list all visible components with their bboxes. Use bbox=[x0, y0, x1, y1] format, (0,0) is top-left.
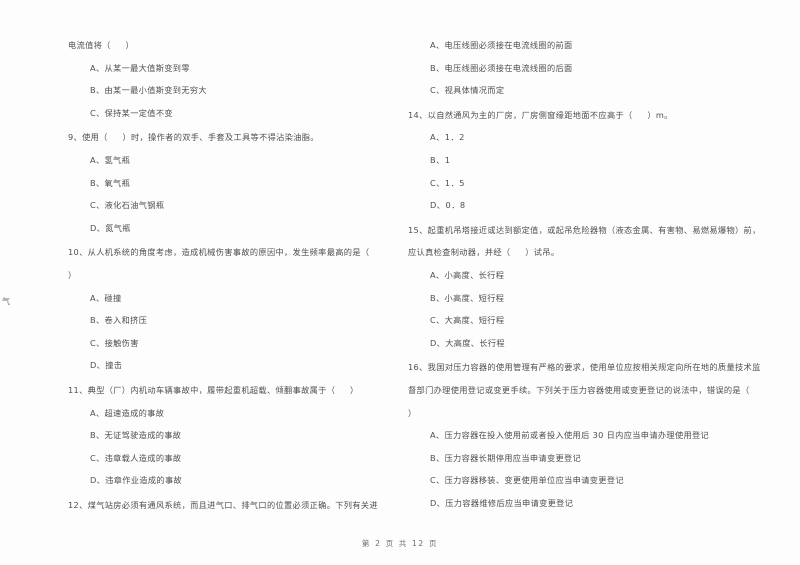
option-item: D、大高度、长行程 bbox=[430, 337, 505, 348]
option-item: C、视具体情况而定 bbox=[430, 85, 505, 96]
option-item: B、卷入和挤压 bbox=[90, 315, 148, 326]
option-item: D、压力容器维修后应当申请变更登记 bbox=[430, 497, 574, 508]
question-block: 16、我国对压力容器的使用管理有严格的要求，使用单位应按相关规定向所在地的质量技… bbox=[408, 356, 776, 514]
option-item: D、0．8 bbox=[430, 200, 466, 211]
option-item: D、违章作业造成的事故 bbox=[90, 475, 183, 486]
option-item: C、压力容器移装、变更使用单位应当申请变更登记 bbox=[430, 475, 624, 486]
question-stem: 14、以自然通风为主的厂房，厂房侧窗缘距地面不应高于（ ）m。 bbox=[408, 109, 673, 120]
option-item: C、液化石油气钢瓶 bbox=[90, 200, 165, 211]
option-item: D、撞击 bbox=[90, 360, 123, 371]
question-block: 10、从人机系统的角度考虑，造成机械伤害事故的原因中，发生频率最高的是（ ） A… bbox=[68, 241, 386, 377]
option-item: C、接触伤害 bbox=[90, 337, 139, 348]
option-item: B、压力容器长期停用应当申请变更登记 bbox=[430, 452, 582, 463]
option-item: B、1 bbox=[430, 154, 451, 165]
option-item: A、电压线圈必须接在电流线圈的前面 bbox=[430, 40, 573, 50]
question-stem-continued: ） bbox=[408, 407, 417, 418]
question-block: 11、典型（厂）内机动车辆事故中，履带起重机超载、倾翻事故属于（ ） A、超速造… bbox=[68, 379, 386, 492]
question-stem: 17、在民爆器材生产过程中，对于爆炸分区分为Ⅱ类（F1 区）的场所，宜优先采用（… bbox=[408, 516, 776, 519]
option-item: A、1．2 bbox=[430, 132, 465, 143]
option-item: A、压力容器在投入使用前或者投入使用后 30 日内应当申请办理使用登记 bbox=[430, 430, 710, 441]
option-item: B、电压线圈必须接在电流线圈的后面 bbox=[430, 62, 573, 73]
question-stem: 15、起重机吊塔接近或达到额定值，或起吊危险器物（液态金属、有害物、易燃易爆物）… bbox=[408, 224, 761, 235]
option-item: B、由某一最小值斯变到无穷大 bbox=[90, 85, 207, 96]
question-stem: 11、典型（厂）内机动车辆事故中，履带起重机超载、倾翻事故属于（ ） bbox=[68, 384, 359, 395]
option-item: A、小高度、长行程 bbox=[430, 269, 505, 280]
question-stem: 10、从人机系统的角度考虑，造成机械伤害事故的原因中，发生频率最高的是（ ） bbox=[68, 247, 385, 280]
question-block: 17、在民爆器材生产过程中，对于爆炸分区分为Ⅱ类（F1 区）的场所，宜优先采用（… bbox=[408, 516, 776, 519]
option-item: C、保持某一定值不变 bbox=[90, 107, 173, 118]
question-stem-continued: 应认真检查制动器，并经（ ）试吊。 bbox=[408, 247, 560, 258]
question-block: 14、以自然通风为主的厂房，厂房侧窗缘距地面不应高于（ ）m。 A、1．2 B、… bbox=[408, 104, 776, 217]
question-block: 电流值将（ ） A、从某一最大值斯变到零 B、由某一最小值斯变到无穷大 C、保持… bbox=[68, 34, 386, 124]
option-item: A、从某一最大值斯变到零 bbox=[90, 62, 190, 73]
option-item: C、违章载人造成的事故 bbox=[90, 452, 182, 463]
option-item: B、氧气瓶 bbox=[90, 177, 131, 188]
two-column-body: 电流值将（ ） A、从某一最大值斯变到零 B、由某一最小值斯变到无穷大 C、保持… bbox=[0, 34, 800, 519]
scan-artifact-character: 气 bbox=[2, 297, 10, 306]
question-block: 9、使用（ ）时，操作者的双手、手套及工具等不得沾染油脂。 A、氢气瓶 B、氧气… bbox=[68, 126, 386, 239]
question-block: 12、煤气站房必须有通风系统，而且进气口、排气口的位置必须正确。下列有关进气口与… bbox=[68, 494, 386, 519]
option-item: A、超速造成的事故 bbox=[90, 407, 165, 418]
question-stem-continued: 督部门办理使用登记或变更手续。下列关于压力容器使用或变更登记的说法中，错误的是（ bbox=[408, 384, 750, 395]
exam-page: 电流值将（ ） A、从某一最大值斯变到零 B、由某一最小值斯变到无穷大 C、保持… bbox=[0, 0, 800, 565]
question-block: A、电压线圈必须接在电流线圈的前面 B、电压线圈必须接在电流线圈的后面 C、视具… bbox=[408, 34, 776, 102]
option-item: B、无证驾驶造成的事故 bbox=[90, 430, 182, 441]
question-stem: 16、我国对压力容器的使用管理有严格的要求，使用单位应按相关规定向所在地的质量技… bbox=[408, 362, 761, 373]
option-item: C、大高度、短行程 bbox=[430, 315, 505, 326]
right-column: A、电压线圈必须接在电流线圈的前面 B、电压线圈必须接在电流线圈的后面 C、视具… bbox=[400, 34, 800, 519]
option-item: C、1．5 bbox=[430, 177, 466, 188]
option-item: A、氢气瓶 bbox=[90, 154, 131, 165]
question-stem: 9、使用（ ）时，操作者的双手、手套及工具等不得沾染油脂。 bbox=[68, 132, 319, 143]
left-column: 电流值将（ ） A、从某一最大值斯变到零 B、由某一最小值斯变到无穷大 C、保持… bbox=[0, 34, 400, 519]
option-item: D、氮气瓶 bbox=[90, 222, 131, 233]
option-item: A、碰撞 bbox=[90, 292, 122, 303]
question-stem: 12、煤气站房必须有通风系统，而且进气口、排气口的位置必须正确。下列有关进气口与… bbox=[68, 499, 378, 510]
question-block: 15、起重机吊塔接近或达到额定值，或起吊危险器物（液态金属、有害物、易燃易爆物）… bbox=[408, 219, 776, 355]
question-stem: 电流值将（ ） bbox=[68, 40, 134, 50]
page-footer: 第 2 页 共 12 页 bbox=[361, 539, 439, 548]
option-item: B、小高度、短行程 bbox=[430, 292, 505, 303]
